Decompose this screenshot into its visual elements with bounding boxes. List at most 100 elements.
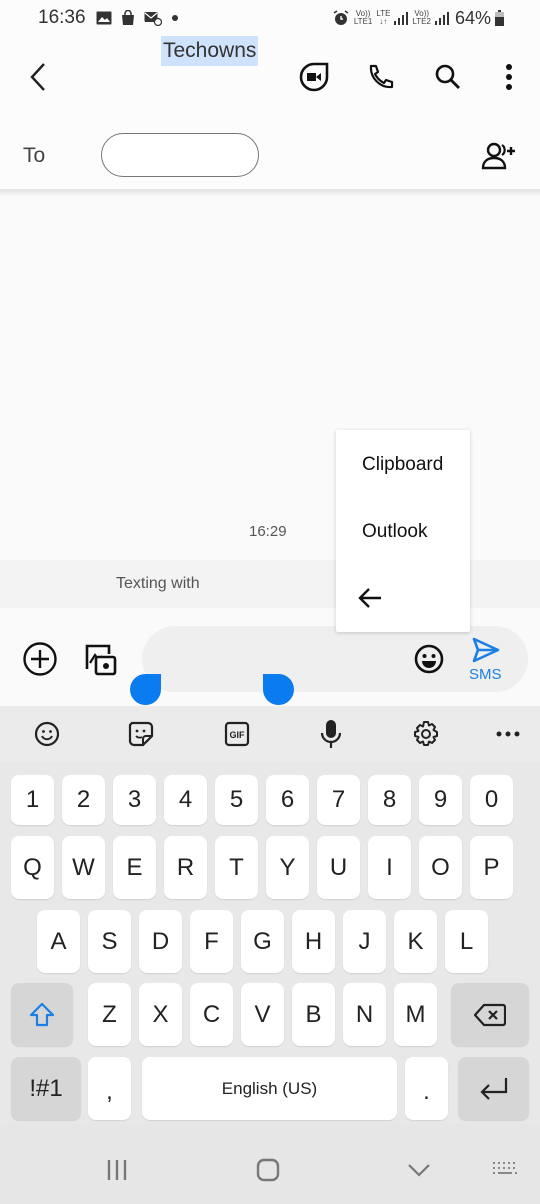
chevron-down-icon xyxy=(408,1164,430,1177)
key-6[interactable]: 6 xyxy=(266,775,309,825)
key-f[interactable]: F xyxy=(190,910,233,973)
chevron-left-icon xyxy=(30,63,45,91)
battery-icon xyxy=(495,10,504,26)
send-icon xyxy=(472,637,500,663)
key-t[interactable]: T xyxy=(215,836,258,899)
kb-more-button[interactable] xyxy=(486,712,530,756)
key-p[interactable]: P xyxy=(470,836,513,899)
gallery-camera-icon xyxy=(85,644,117,676)
symbols-key[interactable]: !#1 xyxy=(11,1057,81,1120)
key-1[interactable]: 1 xyxy=(11,775,54,825)
key-y[interactable]: Y xyxy=(266,836,309,899)
kb-voice-button[interactable] xyxy=(309,712,353,756)
key-2[interactable]: 2 xyxy=(62,775,105,825)
key-o[interactable]: O xyxy=(419,836,462,899)
signal-icon-1 xyxy=(394,12,409,25)
app-bar xyxy=(0,36,540,120)
more-options-button[interactable] xyxy=(487,55,531,99)
key-m[interactable]: M xyxy=(394,983,437,1046)
video-call-icon xyxy=(299,62,329,92)
key-e[interactable]: E xyxy=(113,836,156,899)
key-q[interactable]: Q xyxy=(11,836,54,899)
key-c[interactable]: C xyxy=(190,983,233,1046)
emoji-icon xyxy=(34,721,60,747)
key-h[interactable]: H xyxy=(292,910,335,973)
recents-button[interactable] xyxy=(95,1148,139,1192)
sim1-indicator: Vo)) LTE1 xyxy=(353,9,373,26)
space-key[interactable]: English (US) xyxy=(142,1057,397,1120)
key-b[interactable]: B xyxy=(292,983,335,1046)
recipient-row: To xyxy=(0,120,540,190)
keyboard: 1 2 3 4 5 6 7 8 9 0 Q W E R T Y U I O P … xyxy=(0,762,540,1124)
home-button[interactable] xyxy=(246,1148,290,1192)
recipient-field[interactable] xyxy=(101,133,259,177)
search-icon xyxy=(435,64,460,89)
message-text-selected[interactable]: Techowns xyxy=(161,36,259,66)
key-g[interactable]: G xyxy=(241,910,284,973)
key-z[interactable]: Z xyxy=(88,983,131,1046)
status-time: 16:36 xyxy=(38,7,86,28)
keyboard-switch-button[interactable] xyxy=(483,1148,527,1192)
emoji-button[interactable] xyxy=(407,637,451,681)
enter-icon xyxy=(479,1077,507,1100)
key-9[interactable]: 9 xyxy=(419,775,462,825)
key-8[interactable]: 8 xyxy=(368,775,411,825)
key-d[interactable]: D xyxy=(139,910,182,973)
enter-key[interactable] xyxy=(458,1057,529,1120)
selection-handle-start[interactable] xyxy=(130,674,161,705)
key-v[interactable]: V xyxy=(241,983,284,1046)
key-u[interactable]: U xyxy=(317,836,360,899)
message-timestamp: 16:29 xyxy=(249,523,287,540)
key-s[interactable]: S xyxy=(88,910,131,973)
more-horiz-icon xyxy=(496,731,520,737)
key-k[interactable]: K xyxy=(394,910,437,973)
key-l[interactable]: L xyxy=(445,910,488,973)
backspace-key[interactable] xyxy=(451,983,529,1046)
popup-item-outlook[interactable]: Outlook xyxy=(362,521,427,543)
key-4[interactable]: 4 xyxy=(164,775,207,825)
alarm-icon xyxy=(333,10,349,25)
kb-sticker-button[interactable] xyxy=(119,712,163,756)
kb-emoji-button[interactable] xyxy=(25,712,69,756)
popup-back-button[interactable] xyxy=(348,576,392,620)
hide-keyboard-button[interactable] xyxy=(397,1148,441,1192)
add-contact-button[interactable] xyxy=(478,134,522,178)
key-7[interactable]: 7 xyxy=(317,775,360,825)
key-3[interactable]: 3 xyxy=(113,775,156,825)
battery-percent: 64% xyxy=(454,7,491,28)
popup-item-clipboard[interactable]: Clipboard xyxy=(362,454,443,476)
attach-button[interactable] xyxy=(18,637,62,681)
texting-with-label: Texting with xyxy=(116,575,200,592)
more-vert-icon xyxy=(506,64,512,90)
gallery-camera-button[interactable] xyxy=(78,637,122,681)
key-j[interactable]: J xyxy=(343,910,386,973)
kb-settings-button[interactable] xyxy=(404,712,448,756)
plus-circle-icon xyxy=(23,642,57,676)
key-5[interactable]: 5 xyxy=(215,775,258,825)
key-0[interactable]: 0 xyxy=(470,775,513,825)
search-button[interactable] xyxy=(426,55,470,99)
signal-icon-2 xyxy=(434,12,449,25)
gallery-icon xyxy=(96,11,112,25)
key-a[interactable]: A xyxy=(37,910,80,973)
period-key[interactable]: . xyxy=(405,1057,448,1120)
kb-gif-button[interactable]: GIF xyxy=(215,712,259,756)
key-x[interactable]: X xyxy=(139,983,182,1046)
selection-handle-end[interactable] xyxy=(263,674,294,705)
video-call-button[interactable] xyxy=(292,55,336,99)
emoji-icon xyxy=(414,644,444,674)
arrow-left-icon xyxy=(358,588,381,608)
navigation-bar xyxy=(0,1124,540,1204)
send-sms-label[interactable]: SMS xyxy=(469,666,502,683)
sync-mail-icon xyxy=(144,11,162,26)
keyboard-icon xyxy=(493,1162,517,1174)
key-r[interactable]: R xyxy=(164,836,207,899)
key-i[interactable]: I xyxy=(368,836,411,899)
comma-key[interactable]: , xyxy=(88,1057,131,1120)
key-n[interactable]: N xyxy=(343,983,386,1046)
phone-call-button[interactable] xyxy=(359,55,403,99)
shift-key[interactable] xyxy=(11,983,73,1046)
key-w[interactable]: W xyxy=(62,836,105,899)
back-button[interactable] xyxy=(16,55,60,99)
status-bar: 16:36 Vo)) LTE1 LTE ↓↑ Vo)) LTE2 64% xyxy=(0,0,540,36)
